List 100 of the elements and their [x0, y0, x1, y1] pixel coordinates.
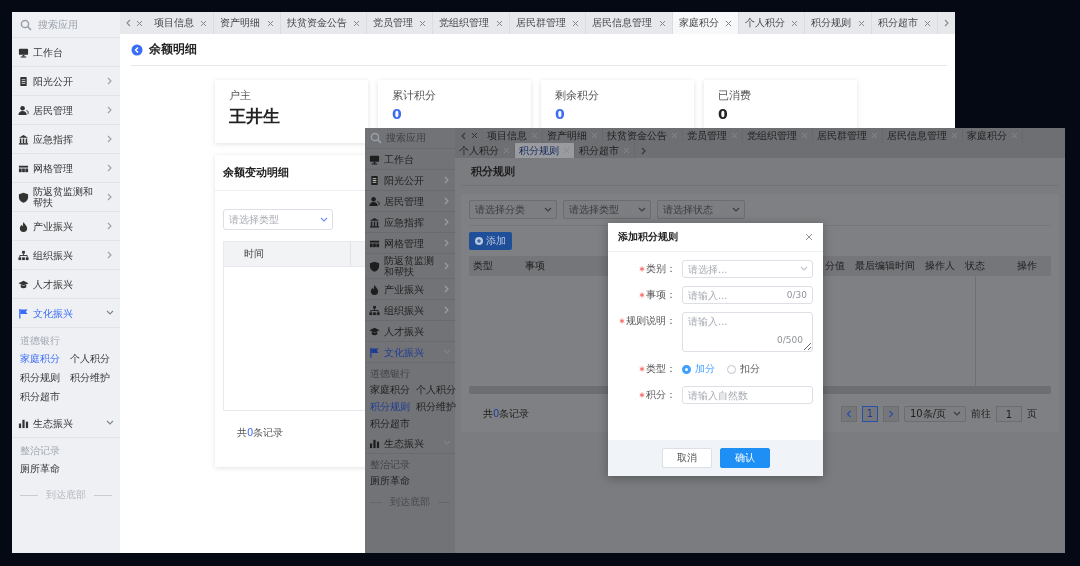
sidebar-item[interactable]: 产业振兴: [12, 212, 120, 241]
sidebar-item[interactable]: 居民管理: [12, 96, 120, 125]
sidebar-link[interactable]: 家庭积分: [20, 353, 60, 365]
back-icon[interactable]: [131, 43, 143, 56]
close-icon[interactable]: [805, 233, 813, 241]
sidebar-item[interactable]: 文化振兴: [12, 299, 120, 328]
sidebar-link[interactable]: 积分超市: [370, 418, 410, 430]
sidebar-link[interactable]: 厕所革命: [20, 463, 60, 475]
close-icon[interactable]: [724, 19, 732, 27]
document-icon: [369, 174, 380, 186]
hierarchy-icon: [369, 304, 380, 316]
tab[interactable]: 家庭积分: [963, 128, 1023, 143]
sidebar-link[interactable]: 厕所革命: [370, 475, 410, 487]
sidebar-link[interactable]: 积分规则: [370, 401, 410, 413]
sidebar-item[interactable]: 防返贫监测和帮扶: [12, 183, 120, 212]
scroll-right-icon[interactable]: [640, 146, 647, 155]
page-input[interactable]: 1: [996, 406, 1022, 423]
tab[interactable]: 居民群管理: [509, 12, 587, 34]
sidebar-item[interactable]: 产业振兴: [365, 279, 455, 300]
close-icon[interactable]: [658, 19, 666, 27]
tab[interactable]: 积分规则: [805, 12, 872, 34]
tab[interactable]: 积分规则: [515, 143, 575, 158]
tab[interactable]: 积分超市: [575, 143, 635, 158]
scroll-left-icon[interactable]: [125, 19, 132, 27]
page-size-select[interactable]: 10条/页: [904, 406, 966, 423]
stat-label: 已消费: [718, 89, 752, 103]
close-icon[interactable]: [857, 19, 865, 27]
sidebar-item[interactable]: 组织振兴: [365, 300, 455, 321]
confirm-button[interactable]: 确认: [719, 448, 770, 468]
plus-icon: [475, 237, 483, 246]
radio-option[interactable]: 加分: [682, 360, 715, 378]
tab[interactable]: 个人积分: [738, 12, 806, 34]
sidebar-item[interactable]: 工作台: [12, 38, 120, 67]
sidebar-item[interactable]: 阳光公开: [365, 170, 455, 191]
page-button[interactable]: 1: [862, 406, 878, 423]
tab[interactable]: 扶贫资金公告: [603, 128, 683, 143]
close-icon[interactable]: [200, 19, 208, 27]
tab[interactable]: 项目信息: [148, 12, 215, 34]
sidebar-item[interactable]: 网格管理: [365, 233, 455, 254]
building-icon: [18, 133, 29, 145]
goto-label: 前往: [971, 408, 991, 421]
sidebar-link[interactable]: 积分超市: [20, 391, 60, 403]
close-icon[interactable]: [791, 19, 799, 27]
sidebar-link[interactable]: 个人积分: [416, 384, 456, 396]
tab[interactable]: 居民信息管理: [586, 12, 673, 34]
tab[interactable]: 积分超市: [871, 12, 938, 34]
sidebar-link[interactable]: 个人积分: [70, 353, 110, 365]
chevron-down-icon[interactable]: [800, 265, 808, 273]
sidebar-item[interactable]: 人才振兴: [12, 270, 120, 299]
input-field[interactable]: 请输入自然数: [682, 386, 813, 404]
character-count: 0/30: [786, 289, 807, 301]
tab[interactable]: 党组织管理: [743, 128, 813, 143]
close-icon[interactable]: [419, 19, 427, 27]
close-icon[interactable]: [353, 19, 361, 27]
tab[interactable]: 资产明细: [214, 12, 281, 34]
previous-page-button[interactable]: [841, 406, 857, 423]
sidebar-item[interactable]: 应急指挥: [12, 125, 120, 154]
close-icon[interactable]: [266, 19, 274, 27]
tab[interactable]: 党组织管理: [433, 12, 510, 34]
sidebar-item[interactable]: 阳光公开: [12, 67, 120, 96]
scroll-left-icon[interactable]: [460, 131, 467, 140]
chevron-left-icon: [846, 410, 852, 419]
sidebar-item[interactable]: 工作台: [365, 149, 455, 170]
tab[interactable]: 居民信息管理: [883, 128, 963, 143]
field-label: 类型：: [646, 363, 676, 375]
search-field[interactable]: 搜索应用: [38, 18, 108, 31]
cap-icon: [18, 278, 29, 290]
chevron-down-icon[interactable]: [320, 215, 328, 224]
chevron-down-icon[interactable]: [638, 205, 646, 214]
sidebar-link[interactable]: 家庭积分: [370, 384, 410, 396]
sidebar-item[interactable]: 组织振兴: [12, 241, 120, 270]
cancel-button[interactable]: 取消: [661, 448, 712, 468]
sidebar-item[interactable]: 人才振兴: [365, 321, 455, 342]
tab[interactable]: 扶贫资金公告: [280, 12, 368, 34]
close-icon[interactable]: [471, 132, 478, 139]
radio-option[interactable]: 扣分: [727, 360, 760, 378]
next-page-button[interactable]: [883, 406, 899, 423]
close-icon[interactable]: [572, 19, 580, 27]
sidebar-item[interactable]: 网格管理: [12, 154, 120, 183]
sidebar-item[interactable]: 应急指挥: [365, 212, 455, 233]
close-icon[interactable]: [495, 19, 503, 27]
sidebar-link[interactable]: 积分维护: [70, 372, 110, 384]
close-icon[interactable]: [923, 19, 931, 27]
tab[interactable]: 党员管理: [367, 12, 434, 34]
tab[interactable]: 家庭积分: [672, 12, 739, 34]
sidebar-item[interactable]: 居民管理: [365, 191, 455, 212]
sidebar-item[interactable]: 文化振兴: [365, 342, 455, 363]
chevron-down-icon[interactable]: [544, 205, 552, 214]
tab[interactable]: 党员管理: [683, 128, 743, 143]
sidebar-item[interactable]: 生态振兴: [365, 433, 455, 454]
page-title: 余额明细: [149, 42, 197, 57]
chevron-down-icon[interactable]: [732, 205, 740, 214]
sidebar-item[interactable]: 生态振兴: [12, 409, 120, 438]
sidebar-link[interactable]: 积分规则: [20, 372, 60, 384]
scroll-right-icon[interactable]: [942, 19, 950, 27]
sidebar-link[interactable]: 积分维护: [416, 401, 456, 413]
sidebar-item[interactable]: 防返贫监测和帮扶: [365, 254, 455, 279]
close-icon[interactable]: [136, 19, 143, 27]
add-button[interactable]: 添加: [469, 232, 512, 251]
tab[interactable]: 居民群管理: [813, 128, 883, 143]
